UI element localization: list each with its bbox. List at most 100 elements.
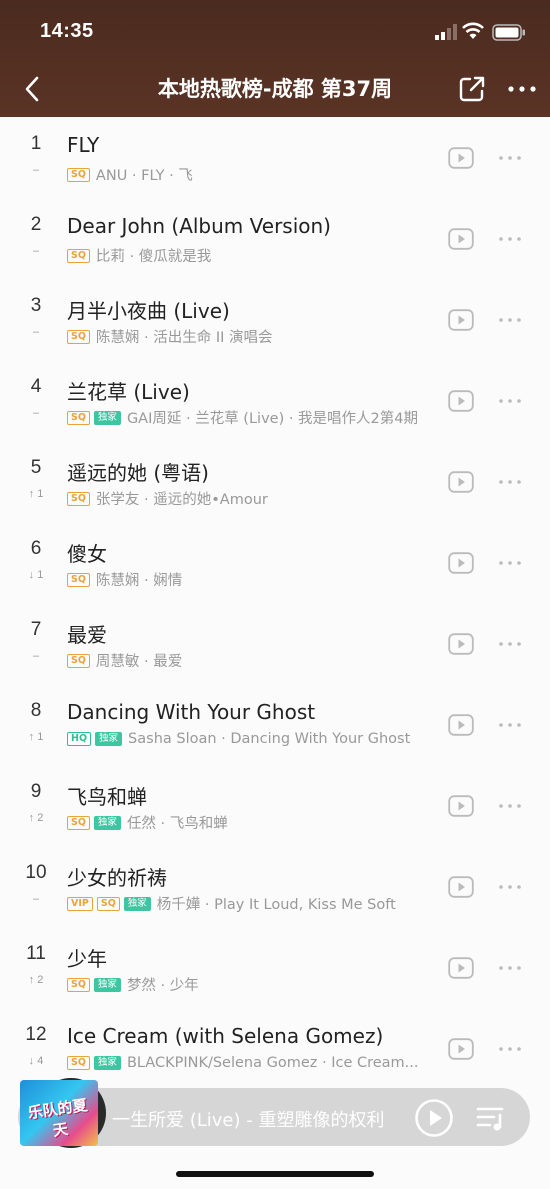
song-artist-album: 周慧敏 · 最爱 — [95, 654, 183, 670]
quality-badge: 独家 — [93, 977, 121, 992]
quality-badge: SQ — [67, 815, 90, 830]
video-play-icon[interactable] — [448, 876, 474, 898]
rank-trend: – — [32, 326, 40, 338]
now-playing-title[interactable]: 一生所爱 (Live) - 重塑雕像的权利 — [112, 1106, 384, 1132]
song-title: Dear John (Album Version) — [67, 214, 331, 238]
song-row[interactable]: 9 ↑ 2 飞鸟和蝉 SQ 独家 任然 · 飞鸟和蝉 — [0, 765, 550, 846]
more-horizontal-icon[interactable] — [497, 315, 523, 325]
more-horizontal-icon[interactable] — [497, 882, 523, 892]
song-row[interactable]: 2 – Dear John (Album Version) SQ 比莉 · 傻瓜就是我 — [0, 198, 550, 279]
song-meta: SQ 独家 任然 · 飞鸟和蝉 — [67, 812, 228, 833]
more-horizontal-icon[interactable] — [497, 720, 523, 730]
song-meta: SQ 周慧敏 · 最爱 — [67, 650, 182, 671]
quality-badge: 独家 — [93, 815, 121, 830]
quality-badge: SQ — [67, 491, 90, 506]
status-bar: 14:35 — [0, 0, 550, 62]
album-cover[interactable]: 乐队的夏天 — [20, 1080, 98, 1146]
video-play-icon[interactable] — [448, 714, 474, 736]
page-title: 本地热歌榜-成都 第37周 — [157, 77, 393, 101]
share-icon[interactable] — [458, 75, 486, 103]
video-play-icon[interactable] — [448, 390, 474, 412]
more-horizontal-icon[interactable] — [497, 396, 523, 406]
playlist-icon[interactable] — [476, 1104, 508, 1132]
song-row[interactable]: 12 ↓ 4 Ice Cream (with Selena Gomez) SQ 独家 BL… — [0, 1008, 550, 1089]
song-rank: 4 — [30, 376, 42, 397]
battery-icon — [492, 24, 525, 41]
more-horizontal-icon[interactable] — [497, 477, 523, 487]
song-title: 遥远的她 (粤语) — [67, 461, 209, 485]
video-play-icon[interactable] — [448, 147, 474, 169]
rank-trend: ↑ 2 — [28, 974, 44, 986]
more-horizontal-icon[interactable] — [497, 234, 523, 244]
video-play-icon[interactable] — [448, 228, 474, 250]
song-meta: SQ 陈慧娴 · 活出生命 II 演唱会 — [67, 326, 273, 347]
quality-badge: 独家 — [123, 896, 151, 911]
song-rank: 1 — [30, 133, 42, 154]
song-row[interactable]: 4 – 兰花草 (Live) SQ 独家 GAI周延 · 兰花草 (Live) · 我是唱… — [0, 360, 550, 441]
chevron-left-icon[interactable] — [18, 74, 48, 104]
header: 14:35 本地热歌榜-成都 第37周 — [0, 0, 550, 117]
rank-trend: – — [32, 245, 40, 257]
song-row[interactable]: 8 ↑ 1 Dancing With Your Ghost HQ 独家 Sasha Slo… — [0, 684, 550, 765]
quality-badge: SQ — [67, 329, 90, 344]
song-artist-album: 陈慧娴 · 活出生命 II 演唱会 — [95, 330, 273, 346]
song-title: 月半小夜曲 (Live) — [67, 299, 230, 323]
play-icon[interactable] — [414, 1098, 454, 1138]
song-row[interactable]: 7 – 最爱 SQ 周慧敏 · 最爱 — [0, 603, 550, 684]
song-list: 1 – FLY SQ ANU · FLY · 飞 2 – Dear John (Album V… — [0, 117, 550, 1089]
more-horizontal-icon[interactable] — [497, 558, 523, 568]
song-meta: SQ 陈慧娴 · 娴情 — [67, 569, 182, 590]
more-horizontal-icon[interactable] — [497, 963, 523, 973]
video-play-icon[interactable] — [448, 633, 474, 655]
song-row[interactable]: 3 – 月半小夜曲 (Live) SQ 陈慧娴 · 活出生命 II 演唱会 — [0, 279, 550, 360]
song-meta: SQ 独家 GAI周延 · 兰花草 (Live) · 我是唱作人2第4期 — [67, 407, 418, 428]
cellular-signal-icon — [435, 24, 457, 40]
wifi-icon — [462, 22, 484, 39]
rank-trend: – — [32, 650, 40, 662]
song-title: Dancing With Your Ghost — [67, 700, 316, 724]
song-artist-album: GAI周延 · 兰花草 (Live) · 我是唱作人2第4期 — [126, 411, 419, 427]
song-row[interactable]: 6 ↓ 1 傻女 SQ 陈慧娴 · 娴情 — [0, 522, 550, 603]
song-title: 兰花草 (Live) — [67, 380, 190, 404]
quality-badge: VIP — [67, 896, 93, 911]
song-rank: 3 — [30, 295, 42, 316]
video-play-icon[interactable] — [448, 552, 474, 574]
song-rank: 7 — [30, 619, 42, 640]
song-row[interactable]: 10 – 少女的祈祷 VIP SQ 独家 杨千嬅 · Play It Loud, Kiss … — [0, 846, 550, 927]
video-play-icon[interactable] — [448, 309, 474, 331]
video-play-icon[interactable] — [448, 795, 474, 817]
song-meta: SQ ANU · FLY · 飞 — [67, 164, 193, 185]
song-rank: 2 — [30, 214, 42, 235]
album-cover-text: 乐队的夏天 — [26, 1096, 89, 1140]
more-horizontal-icon[interactable] — [497, 1044, 523, 1054]
song-meta: SQ 独家 BLACKPINK/Selena Gomez · Ice Cream..… — [67, 1055, 419, 1071]
quality-badge: 独家 — [93, 1056, 121, 1070]
more-horizontal-icon[interactable] — [505, 75, 539, 103]
song-rank: 8 — [30, 700, 42, 721]
song-meta: SQ 张学友 · 遥远的她•Amour — [67, 488, 268, 509]
video-play-icon[interactable] — [448, 471, 474, 493]
video-play-icon[interactable] — [448, 1038, 474, 1060]
song-title: FLY — [67, 133, 100, 157]
home-indicator — [176, 1171, 374, 1177]
more-horizontal-icon[interactable] — [497, 639, 523, 649]
song-rank: 6 — [30, 538, 42, 559]
song-artist-album: 任然 · 飞鸟和蝉 — [126, 816, 228, 832]
rank-trend: – — [32, 407, 40, 419]
song-row[interactable]: 11 ↑ 2 少年 SQ 独家 梦然 · 少年 — [0, 927, 550, 1008]
song-artist-album: ANU · FLY · 飞 — [95, 168, 193, 184]
quality-badge: SQ — [67, 167, 90, 182]
more-horizontal-icon[interactable] — [497, 153, 523, 163]
song-row[interactable]: 1 – FLY SQ ANU · FLY · 飞 — [0, 117, 550, 198]
video-play-icon[interactable] — [448, 957, 474, 979]
more-horizontal-icon[interactable] — [497, 801, 523, 811]
song-title: 少年 — [67, 947, 107, 971]
rank-trend: – — [32, 893, 40, 905]
song-row[interactable]: 5 ↑ 1 遥远的她 (粤语) SQ 张学友 · 遥远的她•Amour — [0, 441, 550, 522]
song-meta: SQ 独家 梦然 · 少年 — [67, 974, 199, 995]
song-rank: 10 — [25, 862, 47, 883]
song-title: 傻女 — [67, 542, 107, 566]
quality-badge: SQ — [96, 896, 120, 911]
song-meta: HQ 独家 Sasha Sloan · Dancing With Your Ghos… — [67, 731, 410, 747]
song-artist-album: 陈慧娴 · 娴情 — [95, 573, 183, 589]
